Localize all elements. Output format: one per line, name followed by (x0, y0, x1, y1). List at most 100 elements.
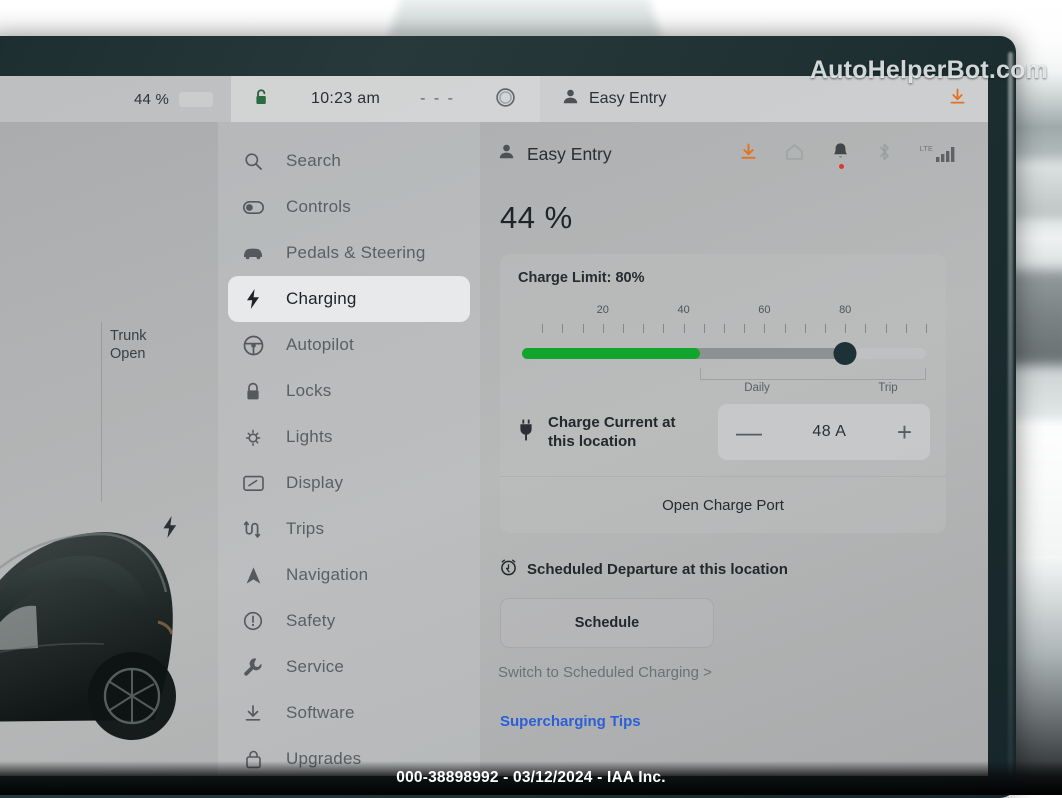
panel-title[interactable]: Easy Entry (498, 143, 612, 165)
slider-tick (784, 324, 786, 333)
charge-current-row: Charge Current at this location — 48 A + (500, 404, 946, 476)
slider-tick (643, 324, 645, 333)
schedule-button[interactable]: Schedule (500, 598, 714, 648)
slider-tick (623, 324, 624, 333)
scheduled-departure-label: Scheduled Departure at this location (527, 561, 788, 578)
unlock-icon (255, 88, 271, 110)
bolt-icon (242, 289, 264, 309)
sidebar-item-pedals-steering[interactable]: Pedals & Steering (228, 230, 470, 276)
slider-tick-label: 40 (677, 304, 690, 316)
decrement-button[interactable]: — (736, 419, 762, 445)
status-center-group: 10:23 am - - - (231, 76, 540, 122)
temperature-label: - - - (420, 90, 455, 107)
sidebar-item-label: Pedals & Steering (286, 243, 426, 262)
bezel-highlight (1008, 52, 1013, 778)
sidebar-item-lights[interactable]: Lights (228, 414, 470, 460)
slider-tick (905, 324, 907, 333)
clock[interactable]: 10:23 am (291, 76, 400, 122)
scheduled-departure-row: Scheduled Departure at this location (480, 533, 988, 580)
sidebar-item-autopilot[interactable]: Autopilot (228, 322, 470, 368)
profile-name-label: Easy Entry (589, 90, 667, 107)
software-download-icon[interactable] (949, 88, 988, 111)
alert-circle-icon (242, 611, 264, 631)
display-icon (242, 475, 264, 492)
sidebar-item-label: Display (286, 473, 344, 492)
sidebar-item-label: Locks (286, 381, 332, 400)
charge-current-stepper: — 48 A + (718, 404, 930, 460)
charge-limit-slider[interactable]: 20 40 60 80 Daily Trip (500, 286, 946, 404)
lock-status-button[interactable] (235, 76, 291, 122)
charging-panel: Easy Entry LTE 44 % Charge Limit: 80% 20… (480, 122, 988, 776)
home-icon[interactable] (785, 143, 804, 166)
background-glass-panel (388, 0, 662, 39)
vehicle-touchscreen: 44 % 10:23 am - - - Easy Entry Trunk Ope… (0, 76, 988, 776)
slider-tick (744, 324, 746, 333)
sidebar-item-service[interactable]: Service (228, 644, 470, 690)
status-battery: 44 % (0, 76, 213, 122)
slider-charge-fill (522, 348, 700, 359)
slider-mode-bracket (700, 368, 926, 380)
slider-tick-label: 60 (758, 304, 771, 316)
person-icon (562, 88, 579, 110)
lte-signal-icon[interactable]: LTE (920, 146, 958, 162)
charge-current-value: 48 A (812, 423, 847, 440)
sun-icon (242, 427, 264, 447)
lte-label: LTE (919, 146, 933, 153)
slider-tick (724, 324, 725, 333)
supercharging-tips-link[interactable]: Supercharging Tips (500, 713, 988, 730)
open-charge-port-button[interactable]: Open Charge Port (500, 477, 946, 533)
sidebar-item-charging[interactable]: Charging (228, 276, 470, 322)
slider-tick (885, 324, 887, 333)
slider-tick (562, 324, 564, 333)
watermark: AutoHelperBot.com (809, 56, 1048, 84)
slider-tick-label: 80 (839, 304, 852, 316)
sidebar-item-display[interactable]: Display (228, 460, 470, 506)
trunk-status: Trunk Open (110, 327, 147, 363)
sidebar-item-safety[interactable]: Safety (228, 598, 470, 644)
increment-button[interactable]: + (897, 419, 912, 445)
lock-icon (242, 382, 264, 401)
switch-to-scheduled-charging-link[interactable]: Switch to Scheduled Charging > (498, 664, 988, 681)
slider-tick (926, 324, 927, 333)
sidebar-item-search[interactable]: Search (228, 138, 470, 184)
wrench-icon (242, 657, 264, 677)
slider-tick (663, 324, 665, 333)
sidebar-item-software[interactable]: Software (228, 690, 470, 736)
slider-mode-trip-label: Trip (878, 382, 898, 394)
battery-level-readout: 44 % (500, 200, 573, 235)
charge-current-label-line1: Charge Current at (548, 414, 676, 431)
header-icon-tray: LTE (740, 142, 958, 169)
sidebar-item-trips[interactable]: Trips (228, 506, 470, 552)
sidebar-item-label: Controls (286, 197, 351, 216)
bell-icon[interactable] (832, 142, 849, 169)
settings-menu: Search Controls Pedals & Steering Charging A… (218, 122, 480, 776)
sidebar-item-controls[interactable]: Controls (228, 184, 470, 230)
charge-current-label-group: Charge Current at this location (518, 413, 676, 451)
battery-icon (179, 91, 213, 107)
slider-tick (602, 324, 604, 333)
sidebar-item-locks[interactable]: Locks (228, 368, 470, 414)
charge-settings-card: Charge Limit: 80% 20 40 60 80 Daily Trip (500, 254, 946, 533)
sidebar-item-label: Safety (286, 611, 336, 630)
slider-tick (542, 324, 544, 333)
slider-tick (764, 324, 766, 333)
trunk-status-line1: Trunk (110, 328, 147, 344)
slider-tick (703, 324, 705, 333)
temperature-readout: - - - (400, 76, 475, 122)
slider-mode-daily-label: Daily (744, 382, 770, 394)
search-icon (242, 152, 264, 171)
slider-tick (865, 324, 867, 333)
sidebar-item-navigation[interactable]: Navigation (228, 552, 470, 598)
alarm-clock-icon (500, 559, 517, 580)
charge-current-label: Charge Current at this location (548, 413, 676, 451)
slider-track[interactable] (522, 342, 926, 365)
trips-icon (242, 520, 264, 539)
sidebar-item-label: Trips (286, 519, 325, 538)
navigation-arrow-icon (242, 566, 264, 585)
bluetooth-icon[interactable] (877, 142, 892, 167)
slider-handle[interactable] (833, 342, 857, 365)
panel-header: Easy Entry LTE (480, 122, 988, 186)
sidebar-item-label: Lights (286, 427, 333, 446)
software-update-icon[interactable] (740, 143, 757, 166)
climate-button[interactable] (475, 76, 536, 122)
